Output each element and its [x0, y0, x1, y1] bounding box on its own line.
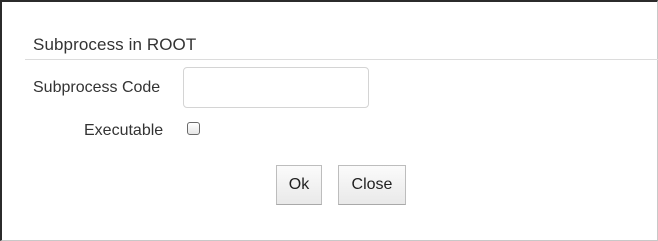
close-button[interactable]: Close: [338, 165, 406, 205]
ok-button[interactable]: Ok: [276, 165, 322, 205]
dialog-title: Subprocess in ROOT: [33, 35, 197, 54]
executable-label: Executable: [84, 122, 164, 139]
subprocess-dialog: Subprocess in ROOT Subprocess Code Execu…: [0, 0, 658, 241]
subprocess-code-input[interactable]: [183, 67, 369, 108]
title-divider: [25, 59, 658, 60]
subprocess-code-label: Subprocess Code: [33, 79, 161, 96]
executable-checkbox[interactable]: [187, 122, 200, 135]
